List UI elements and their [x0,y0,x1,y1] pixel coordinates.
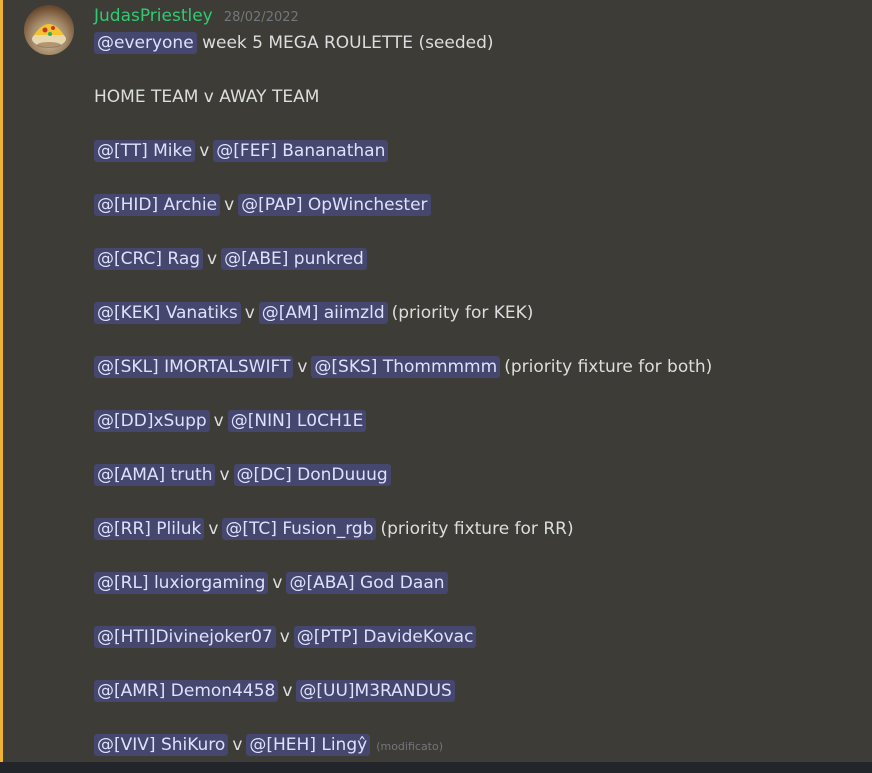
fixture-line: @[VIV] ShiKuro v @[HEH] Lingŷ (modificato) [94,730,864,760]
fixture-line: @[DD]xSupp v @[NIN] L0CH1E [94,406,864,436]
away-team-mention[interactable]: @[PTP] DavideKovac [293,626,477,648]
versus-text: v [244,303,255,323]
home-team-mention[interactable]: @[RL] luxiorgaming [94,572,269,594]
away-team-mention[interactable]: @[HEH] Lingŷ [246,734,371,756]
home-team-mention[interactable]: @[SKL] IMORTALSWIFT [94,356,294,378]
versus-text: v [282,681,293,701]
fixture-line: @[AMR] Demon4458 v @[UU]M3RANDUS [94,676,864,706]
fixture-line: @[RL] luxiorgaming v @[ABA] God Daan [94,568,864,598]
author-avatar[interactable] [24,5,74,55]
message-content: @everyone week 5 MEGA ROULETTE (seeded) … [94,28,864,760]
away-team-mention[interactable]: @[PAP] OpWinchester [238,194,431,216]
home-team-mention[interactable]: @[RR] Pliluk [94,518,205,540]
message-highlighted: JudasPriestley 28/02/2022 @everyone week… [0,0,872,762]
home-team-mention[interactable]: @[AMR] Demon4458 [94,680,279,702]
home-team-mention[interactable]: @[HTI]Divinejoker07 [94,626,276,648]
away-team-mention[interactable]: @[ABA] God Daan [286,572,448,594]
away-team-mention[interactable]: @[AM] aiimzld [258,302,388,324]
home-team-mention[interactable]: @[TT] Mike [94,140,196,162]
away-team-mention[interactable]: @[UU]M3RANDUS [296,680,455,702]
versus-text: v [219,465,230,485]
fixture-line: @[SKL] IMORTALSWIFT v @[SKS] Thommmmm (prio… [94,352,864,382]
fixture-line: @[HTI]Divinejoker07 v @[PTP] DavideKovac [94,622,864,652]
versus-text: v [207,249,218,269]
versus-text: v [213,411,224,431]
edited-label: (modificato) [376,740,444,753]
message-header: JudasPriestley 28/02/2022 [94,6,299,26]
bottom-bar [0,762,872,773]
fixture-note: (priority fixture for RR) [380,519,574,539]
fixture-note: (priority for KEK) [391,303,534,323]
fixture-line: @[RR] Pliluk v @[TC] Fusion_rgb (priority f… [94,514,864,544]
fixture-line: @[HID] Archie v @[PAP] OpWinchester [94,190,864,220]
message-timestamp[interactable]: 28/02/2022 [224,10,299,25]
versus-text: v [199,141,210,161]
home-team-mention[interactable]: @[AMA] truth [94,464,216,486]
everyone-mention[interactable]: @everyone [94,32,197,54]
away-team-mention[interactable]: @[SKS] Thommmmm [311,356,501,378]
versus-text: v [297,357,308,377]
fixture-line: @[CRC] Rag v @[ABE] punkred [94,244,864,274]
versus-text: v [279,627,290,647]
home-team-mention[interactable]: @[KEK] Vanatiks [94,302,241,324]
versus-text: v [272,573,283,593]
away-team-mention[interactable]: @[NIN] L0CH1E [227,410,367,432]
versus-text: v [224,195,235,215]
pizza-avatar-icon [32,24,66,48]
versus-text: v [208,519,219,539]
fixture-line: @[TT] Mike v @[FEF] Bananathan [94,136,864,166]
away-team-mention[interactable]: @[DC] DonDuuug [233,464,391,486]
fixture-line: @[AMA] truth v @[DC] DonDuuug [94,460,864,490]
home-team-mention[interactable]: @[HID] Archie [94,194,221,216]
home-team-mention[interactable]: @[VIV] ShiKuro [94,734,229,756]
header-line: HOME TEAM v AWAY TEAM [94,87,320,107]
away-team-mention[interactable]: @[FEF] Bananathan [213,140,389,162]
home-team-mention[interactable]: @[DD]xSupp [94,410,210,432]
fixture-line: @[KEK] Vanatiks v @[AM] aiimzld (priority f… [94,298,864,328]
versus-text: v [232,735,243,755]
away-team-mention[interactable]: @[TC] Fusion_rgb [222,518,377,540]
home-team-mention[interactable]: @[CRC] Rag [94,248,204,270]
intro-line: @everyone week 5 MEGA ROULETTE (seeded) [94,28,864,58]
fixture-note: (priority fixture for both) [504,357,713,377]
away-team-mention[interactable]: @[ABE] punkred [221,248,367,270]
intro-text: week 5 MEGA ROULETTE (seeded) [196,33,494,53]
author-username[interactable]: JudasPriestley [94,6,213,26]
